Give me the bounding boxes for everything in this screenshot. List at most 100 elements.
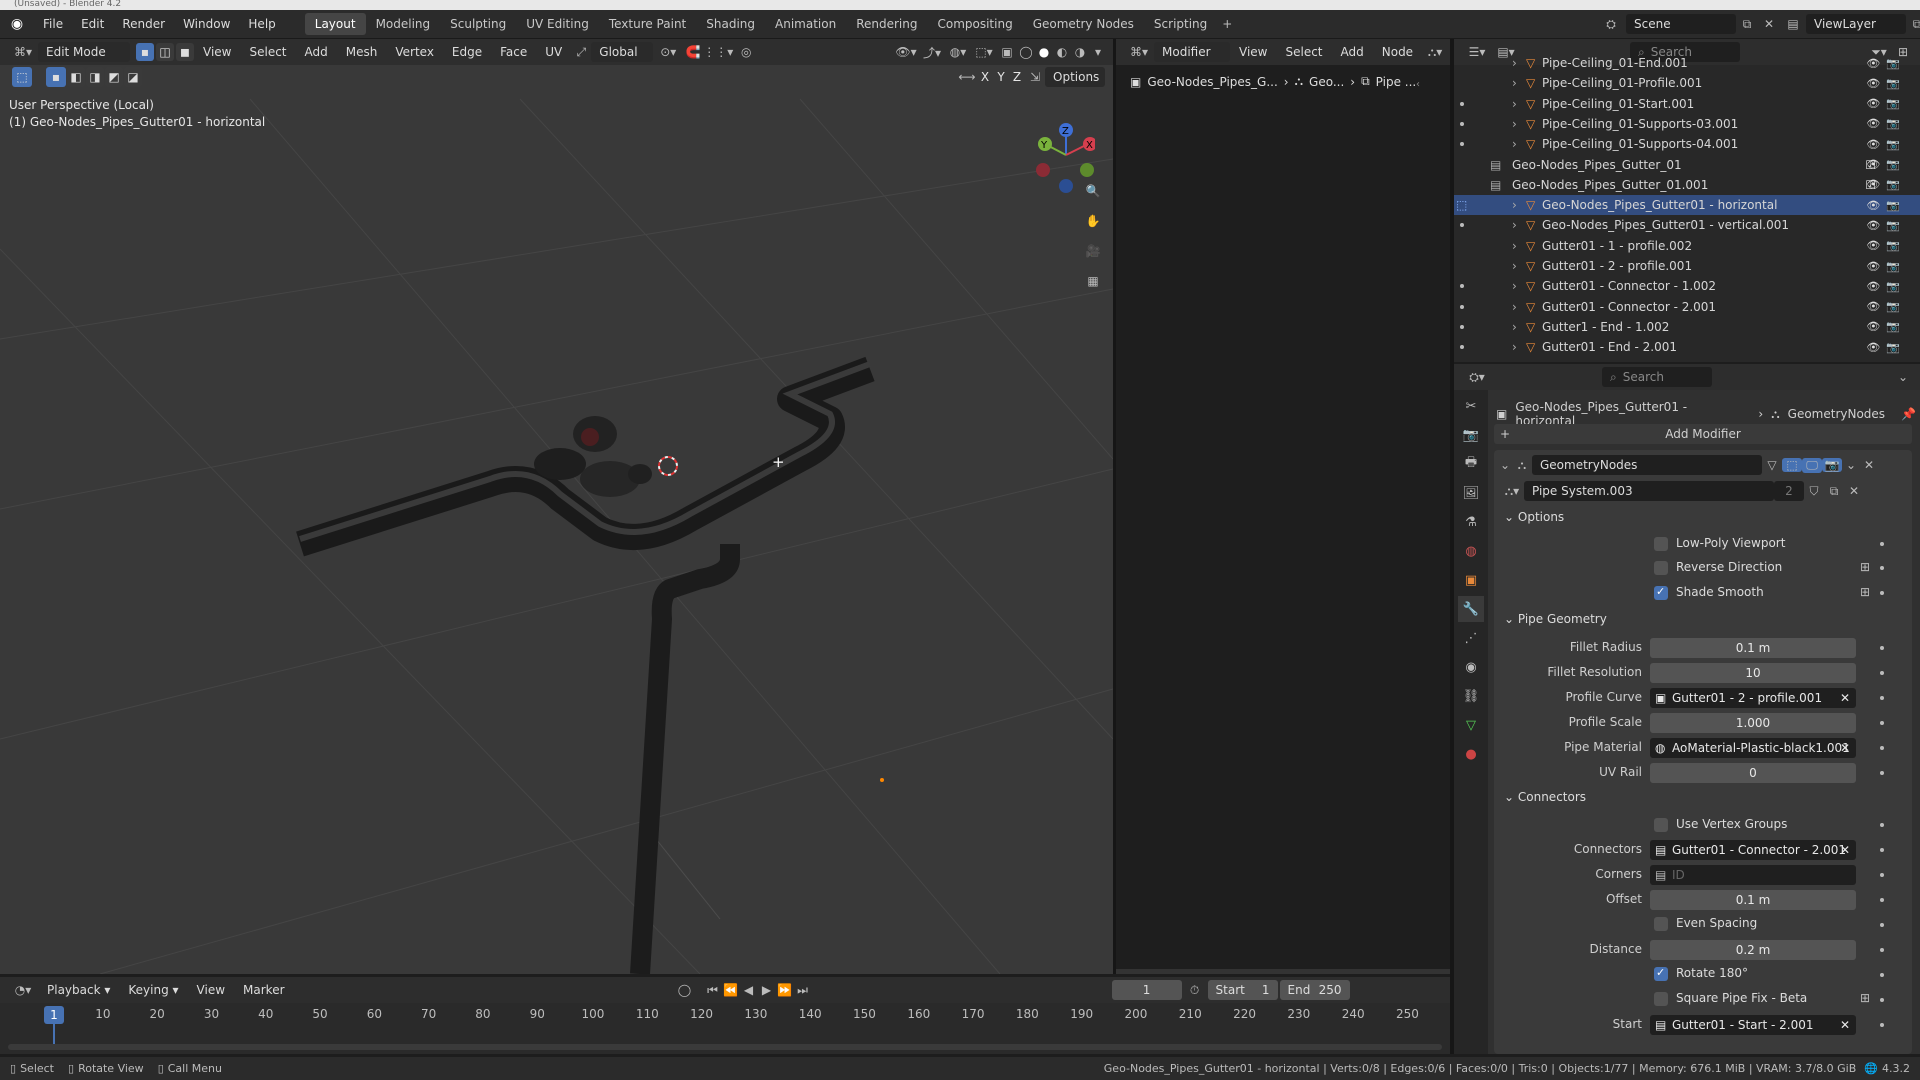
tab-rendering[interactable]: Rendering	[846, 13, 927, 35]
square-pipe-fix-checkbox[interactable]	[1654, 992, 1668, 1006]
visibility-icon[interactable]: 👁📷	[1866, 341, 1906, 354]
chevron-right-icon[interactable]: ›	[1512, 117, 1517, 131]
distance-field[interactable]: 0.2 m	[1650, 940, 1856, 960]
render-toggle-icon[interactable]: 📷	[1822, 458, 1842, 472]
visibility-icon[interactable]: 👁📷	[1866, 320, 1906, 333]
node-tree-icon[interactable]: ⛬▾	[1422, 45, 1448, 60]
play-icon[interactable]: ▶	[758, 983, 776, 997]
material-shading-icon[interactable]: ◐	[1053, 45, 1071, 59]
chevron-right-icon[interactable]: ›	[1512, 300, 1517, 314]
node-editor-type-icon[interactable]: ⌘▾	[1124, 45, 1154, 59]
visibility-icon[interactable]: 👁📷	[1866, 158, 1906, 171]
node-group-field[interactable]: Pipe System.003	[1524, 481, 1774, 501]
clear-icon[interactable]: ✕	[1840, 691, 1850, 705]
world-tab-icon[interactable]: ◍	[1458, 538, 1484, 564]
chevron-right-icon[interactable]: ›	[1512, 218, 1517, 232]
visibility-icon[interactable]: 👁📷	[1866, 97, 1906, 110]
visibility-icon[interactable]: 👁📷	[1866, 219, 1906, 232]
vertex-select-icon[interactable]: ▪	[136, 43, 154, 61]
node-editor-mode[interactable]: Modifier	[1154, 42, 1230, 62]
outliner-row[interactable]: › ▽ Pipe-Ceiling_01-Profile.001 👁📷	[1454, 73, 1920, 93]
node-tree-icon[interactable]: ⛬▾	[1500, 484, 1524, 499]
modifier-tab-icon[interactable]: 🔧	[1458, 596, 1484, 622]
select-invert-icon[interactable]: ◩	[105, 67, 123, 87]
tab-layout[interactable]: Layout	[304, 13, 366, 35]
chevron-right-icon[interactable]: ›	[1512, 259, 1517, 273]
timeline-type-icon[interactable]: ◔▾	[8, 983, 38, 997]
select-tool-icon[interactable]: ⬚	[12, 67, 32, 87]
tab-modeling[interactable]: Modeling	[366, 13, 441, 35]
attribute-toggle-icon[interactable]: ⊞	[1856, 991, 1874, 1005]
xray-icon[interactable]: ▣	[997, 45, 1017, 59]
menu-vertex[interactable]: Vertex	[386, 41, 443, 63]
timeline-keying[interactable]: Keying ▾	[119, 979, 187, 1001]
tab-texture-paint[interactable]: Texture Paint	[599, 13, 696, 35]
proportional-edit-icon[interactable]: ◎	[733, 45, 759, 59]
tab-geometry-nodes[interactable]: Geometry Nodes	[1023, 13, 1144, 35]
3d-cursor-icon[interactable]	[658, 456, 678, 476]
outliner-row[interactable]: › ▽ Gutter1 - End - 1.002 👁📷	[1454, 317, 1920, 337]
modifier-name-field[interactable]: GeometryNodes	[1532, 455, 1762, 475]
remove-modifier-icon[interactable]: ✕	[1860, 458, 1878, 472]
snap-target-icon[interactable]: ⋮⋮▾	[703, 45, 733, 59]
snap-icon[interactable]: 🧲	[683, 45, 703, 59]
visibility-icon[interactable]: 👁▾	[893, 45, 919, 59]
jump-end-icon[interactable]: ⏭	[794, 983, 812, 998]
clear-icon[interactable]: ✕	[1840, 843, 1850, 857]
offset-field[interactable]: 0.1 m	[1650, 890, 1856, 910]
node-menu-view[interactable]: View	[1230, 41, 1276, 63]
node-menu-node[interactable]: Node	[1373, 41, 1422, 63]
particles-tab-icon[interactable]: ⋰	[1458, 625, 1484, 651]
select-intersect-icon[interactable]: ◪	[124, 67, 142, 87]
timeline-view[interactable]: View	[188, 979, 234, 1001]
render-tab-icon[interactable]: 📷	[1458, 422, 1484, 448]
chevron-right-icon[interactable]: ›	[1512, 76, 1517, 90]
visibility-icon[interactable]: 👁📷	[1866, 300, 1906, 313]
menu-face[interactable]: Face	[491, 41, 536, 63]
end-frame-field[interactable]: End 250	[1279, 980, 1350, 1000]
section-connectors[interactable]: ⌄ Connectors	[1504, 790, 1586, 804]
chevron-right-icon[interactable]: ›	[1512, 320, 1517, 334]
pipe-material-field[interactable]: ◍ AoMaterial-Plastic-black1.001 ✕	[1650, 738, 1856, 758]
collapse-chevron-icon[interactable]: ⌄	[1498, 458, 1512, 472]
node-menu-add[interactable]: Add	[1332, 41, 1373, 63]
start-frame-field[interactable]: Start 1	[1207, 980, 1278, 1000]
add-workspace-icon[interactable]: +	[1217, 17, 1237, 31]
mirror-y[interactable]: Y	[993, 70, 1009, 84]
shade-smooth-checkbox[interactable]	[1654, 585, 1668, 600]
pivot-icon[interactable]: ⊙▾	[653, 45, 683, 59]
menu-view[interactable]: View	[194, 41, 240, 63]
menu-uv[interactable]: UV	[536, 41, 571, 63]
select-extend-icon[interactable]: ◧	[67, 67, 85, 87]
visibility-icon[interactable]: 👁📷	[1866, 239, 1906, 252]
visibility-icon[interactable]: 👁📷	[1866, 178, 1906, 191]
timeline-playback[interactable]: Playback ▾	[38, 979, 119, 1001]
solid-shading-icon[interactable]: ●	[1035, 45, 1053, 59]
node-menu-select[interactable]: Select	[1276, 41, 1331, 63]
new-viewlayer-icon[interactable]: ⧉	[1906, 17, 1920, 32]
orientation-icon[interactable]: ⤢	[571, 45, 591, 60]
modifier-menu-icon[interactable]: ⌄	[1842, 458, 1860, 472]
pan-hand-icon[interactable]: ✋	[1080, 209, 1106, 233]
outliner-row[interactable]: ▤ Geo-Nodes_Pipes_Gutter_01.001 ☑ 👁📷	[1454, 175, 1920, 195]
tool-tab-icon[interactable]: ✂	[1458, 393, 1484, 419]
tab-sculpting[interactable]: Sculpting	[440, 13, 516, 35]
mesh-overlay-icon[interactable]: ⬚▾	[971, 45, 997, 59]
pin-icon[interactable]: 📌	[1901, 407, 1916, 421]
visibility-icon[interactable]: 👁📷	[1866, 260, 1906, 273]
viewport-scene[interactable]: +	[0, 39, 1113, 974]
unlink-icon[interactable]: ✕	[1844, 484, 1864, 498]
rendered-shading-icon[interactable]: ◑	[1071, 45, 1089, 59]
chevron-right-icon[interactable]: ›	[1512, 97, 1517, 111]
properties-search[interactable]: ⌕ Search	[1602, 367, 1712, 387]
menu-edit[interactable]: Edit	[72, 13, 113, 35]
face-select-icon[interactable]: ◼	[176, 43, 194, 61]
scene-icon[interactable]: ⛭	[1596, 17, 1626, 32]
properties-editor[interactable]: ⛭▾ ⌕ Search ⌄ ✂ 📷 🖶 🖼 ⚗ ◍ ▣ 🔧 ⋰ ◉ ⛓ ▽ ● ▣…	[1454, 364, 1920, 1054]
reverse-direction-checkbox[interactable]	[1654, 561, 1668, 575]
new-scene-icon[interactable]: ⧉	[1736, 17, 1758, 32]
stopwatch-icon[interactable]: ⏱	[1182, 983, 1208, 998]
outliner-row[interactable]: › ▽ Gutter01 - 1 - profile.002 👁📷	[1454, 236, 1920, 256]
timeline[interactable]: ◔▾ Playback ▾ Keying ▾ View Marker ◯ ⏮ ⏪…	[0, 977, 1450, 1054]
fillet-resolution-field[interactable]: 10	[1650, 663, 1856, 683]
